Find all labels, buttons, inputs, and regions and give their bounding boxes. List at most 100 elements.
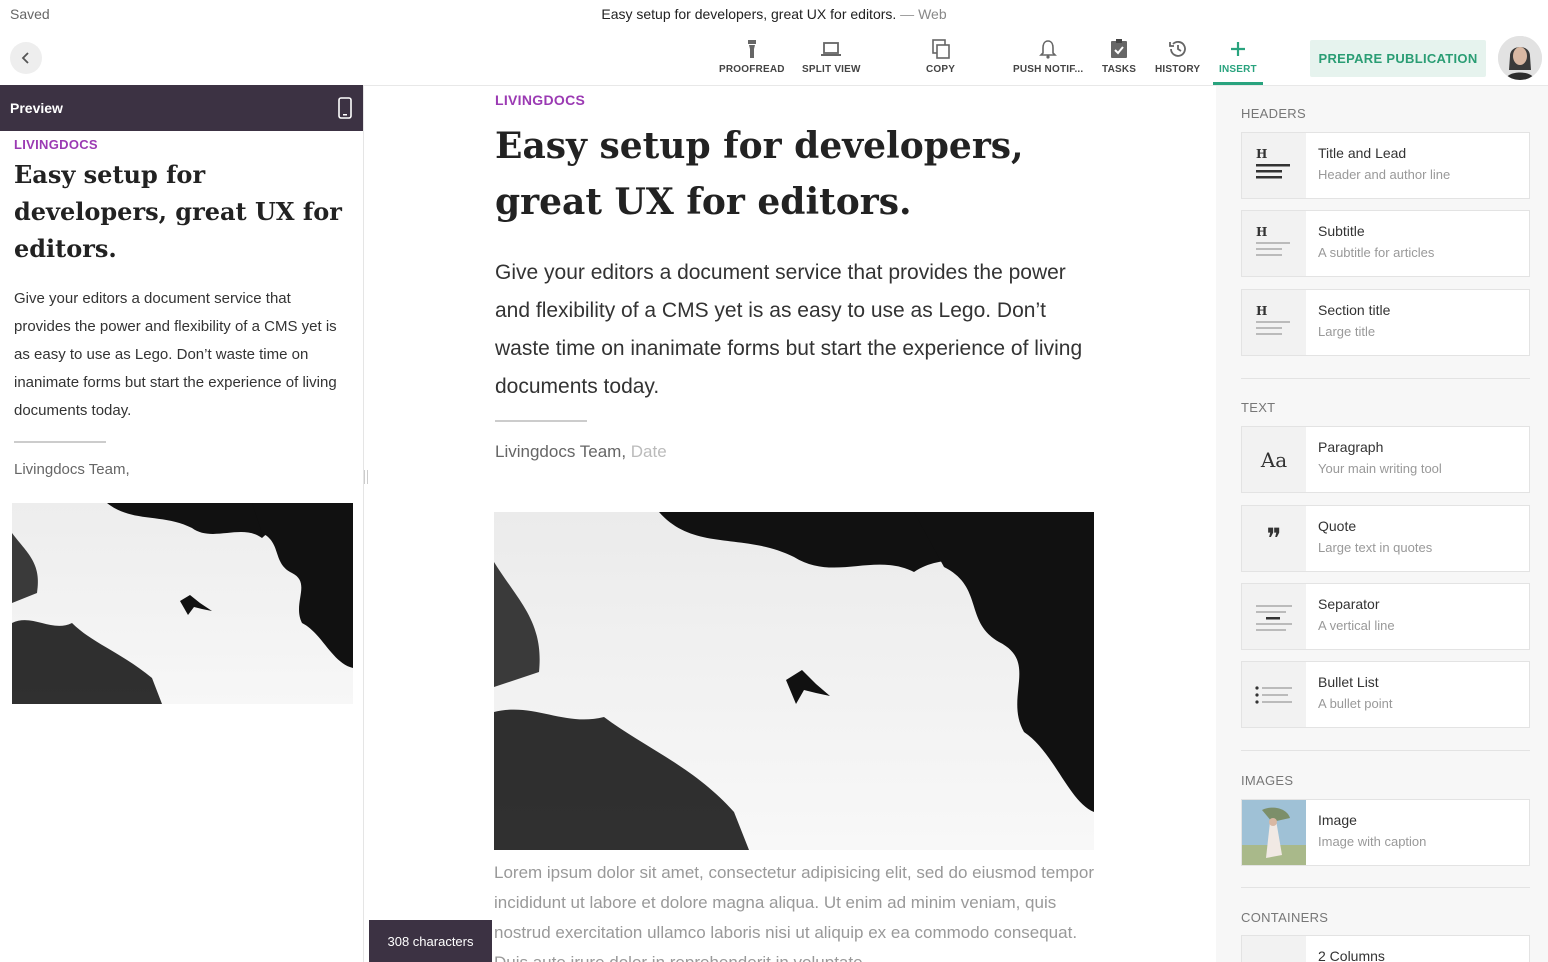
header-lines-icon: H bbox=[1256, 304, 1290, 335]
card-title: 2 Columns bbox=[1318, 948, 1385, 962]
insert-title-and-lead[interactable]: H Title and Lead Header and author line bbox=[1241, 132, 1530, 199]
paragraph-icon: Aa bbox=[1260, 447, 1288, 472]
insert-image[interactable]: Image Image with caption bbox=[1241, 799, 1530, 866]
card-subtitle: Image with caption bbox=[1318, 834, 1427, 849]
preview-divider bbox=[14, 441, 106, 443]
card-subtitle: Header and author line bbox=[1318, 167, 1451, 182]
flashlight-icon bbox=[747, 40, 756, 58]
bullet-list-icon bbox=[1255, 685, 1292, 704]
insert-quote[interactable]: ❞ Quote Large text in quotes bbox=[1241, 505, 1530, 572]
insert-separator[interactable]: Separator A vertical line bbox=[1241, 583, 1530, 650]
back-button[interactable] bbox=[10, 42, 42, 74]
document-title: Easy setup for developers, great UX for … bbox=[0, 6, 1548, 22]
svg-text:H: H bbox=[1256, 225, 1267, 239]
insert-two-columns[interactable]: 2 Columns bbox=[1241, 935, 1530, 962]
subtitle-thumb: H bbox=[1242, 211, 1306, 276]
quote-icon: ❞ bbox=[1266, 522, 1282, 555]
bell-icon bbox=[1039, 40, 1058, 59]
quote-thumb: ❞ bbox=[1242, 506, 1306, 571]
card-subtitle: A subtitle for articles bbox=[1318, 245, 1435, 260]
header-lines-icon: H bbox=[1256, 147, 1290, 178]
toolbar: PROOFREAD SPLIT VIEW COPY PUSH NOTIF... … bbox=[0, 30, 1548, 86]
tool-tasks[interactable]: TASKS bbox=[1102, 38, 1136, 75]
preview-image bbox=[12, 503, 353, 704]
bullet-list-thumb bbox=[1242, 662, 1306, 727]
copy-icon bbox=[931, 39, 950, 59]
preview-lead: Give your editors a document service tha… bbox=[14, 290, 337, 419]
preview-panel: Preview LIVINGDOCS Easy setup for develo… bbox=[0, 85, 364, 962]
plus-icon bbox=[1230, 42, 1245, 56]
section-title-thumb: H bbox=[1242, 290, 1306, 355]
preview-header: Preview bbox=[0, 85, 363, 131]
separator-icon bbox=[1256, 604, 1292, 631]
document-title-text: Easy setup for developers, great UX for … bbox=[601, 6, 897, 22]
section-divider bbox=[1241, 378, 1530, 379]
section-label-headers: HEADERS bbox=[1241, 106, 1306, 121]
separator-thumb bbox=[1242, 584, 1306, 649]
editor-lead[interactable]: Give your editors a document service tha… bbox=[495, 254, 1095, 406]
editor-divider bbox=[495, 420, 587, 422]
editor-author[interactable]: Livingdocs Team, bbox=[495, 442, 626, 461]
section-divider bbox=[1241, 750, 1530, 751]
card-subtitle: A bullet point bbox=[1318, 696, 1393, 711]
card-title: Quote bbox=[1318, 518, 1357, 534]
editor-author-line[interactable]: Livingdocs Team, Date bbox=[495, 442, 1095, 462]
insert-paragraph[interactable]: Aa Paragraph Your main writing tool bbox=[1241, 426, 1530, 493]
editor-canvas: LIVINGDOCS Easy setup for developers, gr… bbox=[368, 86, 1216, 962]
card-title: Subtitle bbox=[1318, 223, 1365, 239]
tool-history[interactable]: HISTORY bbox=[1155, 38, 1200, 75]
two-columns-thumb bbox=[1242, 936, 1306, 962]
insert-subtitle[interactable]: H Subtitle A subtitle for articles bbox=[1241, 210, 1530, 277]
image-thumb bbox=[1242, 800, 1306, 865]
insert-bullet-list[interactable]: Bullet List A bullet point bbox=[1241, 661, 1530, 728]
card-title: Image bbox=[1318, 812, 1357, 828]
card-subtitle: A vertical line bbox=[1318, 618, 1395, 633]
editor-body-text[interactable]: Lorem ipsum dolor sit amet, consectetur … bbox=[494, 858, 1094, 962]
insert-panel: HEADERS H Title and Lead Header and autho… bbox=[1216, 86, 1548, 962]
preview-title: Easy setup for developers, great UX for … bbox=[14, 160, 342, 263]
avatar[interactable] bbox=[1498, 36, 1542, 80]
insert-section-title[interactable]: H Section title Large title bbox=[1241, 289, 1530, 356]
tool-label: COPY bbox=[926, 64, 956, 75]
card-title: Separator bbox=[1318, 596, 1380, 612]
tool-proofread[interactable]: PROOFREAD bbox=[719, 38, 785, 75]
card-subtitle: Large text in quotes bbox=[1318, 540, 1433, 555]
channel-name: Web bbox=[918, 6, 947, 22]
tool-split-view[interactable]: SPLIT VIEW bbox=[802, 38, 861, 75]
card-title: Title and Lead bbox=[1318, 145, 1407, 161]
tool-label: PROOFREAD bbox=[719, 64, 785, 75]
svg-text:H: H bbox=[1256, 304, 1267, 318]
top-bar: Saved Easy setup for developers, great U… bbox=[0, 0, 1548, 30]
two-columns-icon bbox=[1254, 949, 1294, 962]
title-dash: — bbox=[896, 6, 919, 22]
mobile-device-icon[interactable] bbox=[337, 97, 353, 119]
editor-title[interactable]: Easy setup for developers, great UX for … bbox=[495, 118, 1095, 230]
editor-kicker[interactable]: LIVINGDOCS bbox=[495, 92, 1095, 108]
laptop-icon bbox=[821, 42, 842, 56]
section-label-text: TEXT bbox=[1241, 400, 1276, 415]
chevron-left-icon bbox=[21, 52, 29, 64]
svg-text:H: H bbox=[1256, 147, 1267, 161]
editor-date-placeholder[interactable]: Date bbox=[631, 442, 667, 461]
painting-thumbnail-icon bbox=[1242, 800, 1306, 865]
user-avatar-icon bbox=[1498, 36, 1542, 80]
section-label-images: IMAGES bbox=[1241, 773, 1294, 788]
card-title: Bullet List bbox=[1318, 674, 1379, 690]
history-icon bbox=[1168, 41, 1186, 57]
character-count: 308 characters bbox=[369, 920, 492, 962]
tool-push-notification[interactable]: PUSH NOTIF... bbox=[1013, 38, 1083, 75]
preview-kicker: LIVINGDOCS bbox=[14, 137, 98, 152]
clipboard-check-icon bbox=[1111, 39, 1128, 58]
card-subtitle: Large title bbox=[1318, 324, 1376, 339]
section-label-containers: CONTAINERS bbox=[1241, 910, 1329, 925]
tool-insert[interactable]: INSERT bbox=[1213, 38, 1263, 85]
tool-label: INSERT bbox=[1219, 64, 1257, 75]
prepare-publication-button[interactable]: PREPARE PUBLICATION bbox=[1310, 40, 1486, 77]
tool-label: HISTORY bbox=[1155, 64, 1201, 75]
tree-silhouette-image bbox=[12, 503, 353, 704]
section-divider bbox=[1241, 887, 1530, 888]
card-title: Section title bbox=[1318, 302, 1391, 318]
tree-silhouette-image bbox=[494, 512, 1094, 850]
tool-copy[interactable]: COPY bbox=[926, 38, 955, 75]
editor-image[interactable] bbox=[494, 512, 1094, 850]
